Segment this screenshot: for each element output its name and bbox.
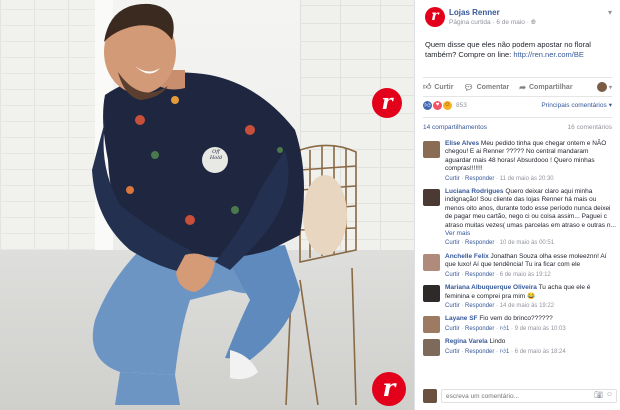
comment-count: 16 comentários [567, 124, 612, 131]
viewer-avatar[interactable] [596, 82, 607, 92]
comment-list: Elise Alves Meu pedido tinha que chegar … [415, 140, 620, 357]
comment-reply-link[interactable]: Responder [465, 349, 494, 355]
laughing-emoji-icon: 😂 [527, 292, 536, 300]
share-count-row: 14 compartilhamentos 16 comentários [423, 117, 612, 135]
comment: Luciana Rodrigues Quero deixar claro aqu… [423, 188, 616, 248]
comment-button[interactable]: 💬︎ Comentar [463, 83, 509, 92]
viewer-avatar [423, 389, 437, 403]
comment-like-link[interactable]: Curtir [445, 176, 460, 182]
comment-meta: Curtir · Responder · 👍︎1 · 9 de maio às … [445, 325, 566, 332]
model-illustration [92, 3, 357, 406]
see-more-link[interactable]: Ver mais [445, 230, 470, 237]
comment: Elise Alves Meu pedido tinha que chegar … [423, 140, 616, 183]
commenter-avatar[interactable] [423, 316, 440, 334]
comment-time[interactable]: 14 de maio às 19:22 [500, 303, 554, 309]
commenter-avatar[interactable] [423, 141, 440, 158]
page-avatar[interactable]: r [425, 7, 445, 27]
comment-composer: 📷︎ ☺ [423, 388, 617, 404]
chevron-down-icon[interactable]: ▾ [608, 8, 612, 17]
shares-count[interactable]: 14 compartilhamentos [423, 124, 487, 131]
caret-down-icon[interactable]: ▾ [609, 84, 612, 91]
post-actions: 👍︎ Curtir 💬︎ Comentar ➦ Compartilhar ▾ [423, 77, 612, 97]
comment-meta: Curtir · Responder · 14 de maio às 19:22 [445, 302, 555, 309]
comment-like-count[interactable]: 👍︎1 [500, 326, 510, 332]
comment-label: Comentar [476, 83, 510, 91]
comment-like-link[interactable]: Curtir [445, 272, 460, 278]
floral-sweater [92, 72, 304, 275]
comment-reply-link[interactable]: Responder [465, 326, 494, 332]
post-meta: Página curtida · 6 de maio · 🌐︎ [449, 19, 536, 26]
comment-filter[interactable]: Principais comentários [541, 102, 606, 109]
comment-time[interactable]: 11 de maio às 20:30 [500, 176, 554, 182]
comment-like-link[interactable]: Curtir [445, 349, 460, 355]
post-header: r Lojas Renner Página curtida · 6 de mai… [415, 0, 620, 38]
globe-icon: 🌐︎ [530, 19, 536, 26]
camera-icon[interactable]: 📷︎ [594, 391, 603, 399]
comment-time[interactable]: 6 de maio às 18:24 [515, 349, 566, 355]
like-icon[interactable]: 👍︎ [423, 100, 432, 110]
haha-icon[interactable]: ☺ [443, 100, 452, 110]
shirt-print: Off Hold [209, 149, 223, 161]
comment-meta: Curtir · Responder · 6 de maio às 19:12 [445, 271, 551, 278]
comment-icon: 💬︎ [463, 82, 474, 92]
comment-like-link[interactable]: Curtir [445, 303, 460, 309]
like-label: Curtir [434, 83, 454, 91]
comment: Anchelle Felix Jonathan Souza olha esse … [423, 253, 616, 279]
comment-meta: Curtir · Responder · 10 de maio às 00:51 [445, 240, 555, 247]
post-link[interactable]: http://ren.ner.com/BE [513, 50, 583, 59]
share-icon: ➦ [519, 82, 526, 92]
comment-meta: Curtir · Responder · 👍︎1 · 6 de maio às … [445, 348, 566, 355]
sheepskin-cushion [303, 175, 347, 255]
comment: Regina Varela Lindo Curtir · Responder ·… [423, 338, 616, 357]
comment-time[interactable]: 6 de maio às 19:12 [500, 272, 551, 278]
commenter-name[interactable]: Layane SF [445, 315, 478, 322]
comment-like-link[interactable]: Curtir [445, 326, 460, 332]
caret-down-icon[interactable]: ▾ [609, 101, 612, 109]
commenter-name[interactable]: Mariana Albuquerque Oliveira [445, 284, 537, 291]
commenter-avatar[interactable] [423, 285, 440, 303]
commenter-avatar[interactable] [423, 339, 440, 357]
comment-like-count[interactable]: 👍︎1 [500, 349, 510, 355]
love-icon[interactable]: ♥ [433, 100, 442, 110]
comment-reply-link[interactable]: Responder [465, 240, 494, 246]
comment-text: Lindo [489, 338, 506, 346]
renner-logo-watermark: r [372, 372, 406, 406]
emoji-icon[interactable]: ☺ [606, 391, 613, 398]
reactions-row: 👍︎ ♥ ☺ 853 Principais comentários ▾ [415, 97, 620, 113]
comment: Mariana Albuquerque Oliveira Tu acha que… [423, 284, 616, 310]
commenter-avatar[interactable] [423, 189, 440, 207]
comment-like-link[interactable]: Curtir [445, 240, 460, 246]
comment-input[interactable] [441, 389, 617, 403]
liked-page-label: Página curtida [449, 19, 491, 26]
post-photo[interactable]: Off Hold r r [0, 0, 414, 410]
post-panel: r Lojas Renner Página curtida · 6 de mai… [414, 0, 620, 410]
post-date-link[interactable]: 6 de maio [496, 19, 525, 26]
share-button[interactable]: ➦ Compartilhar [519, 83, 572, 92]
comment-meta: Curtir · Responder · 11 de maio às 20:30 [445, 175, 554, 182]
comment-reply-link[interactable]: Responder [465, 272, 494, 278]
comment-time[interactable]: 9 de maio às 10:03 [515, 326, 566, 332]
commenter-name[interactable]: Elise Alves [445, 140, 479, 147]
renner-logo-badge: r [372, 88, 402, 118]
like-button[interactable]: 👍︎ Curtir [423, 82, 453, 92]
thumbs-up-icon: 👍︎ [423, 82, 432, 91]
comment-reply-link[interactable]: Responder [465, 303, 494, 309]
comment-time[interactable]: 10 de maio às 00:51 [500, 240, 554, 246]
comment-reply-link[interactable]: Responder [465, 176, 494, 182]
commenter-avatar[interactable] [423, 253, 440, 271]
comment: Layane SF Fio vem do brinco?????? Curtir… [423, 315, 616, 334]
commenter-name[interactable]: Anchelle Felix [445, 253, 489, 260]
post-text: Quem disse que eles não podem apostar no… [415, 38, 620, 72]
share-label: Compartilhar [528, 83, 573, 91]
commenter-name[interactable]: Regina Varela [445, 338, 488, 345]
commenter-name[interactable]: Luciana Rodrigues [445, 188, 504, 195]
reaction-count[interactable]: 853 [456, 102, 467, 109]
comment-like-number: 1 [506, 348, 510, 355]
comment-like-number: 1 [506, 325, 510, 332]
page-name-link[interactable]: Lojas Renner [449, 8, 620, 17]
comment-text: Fio vem do brinco?????? [479, 315, 553, 323]
